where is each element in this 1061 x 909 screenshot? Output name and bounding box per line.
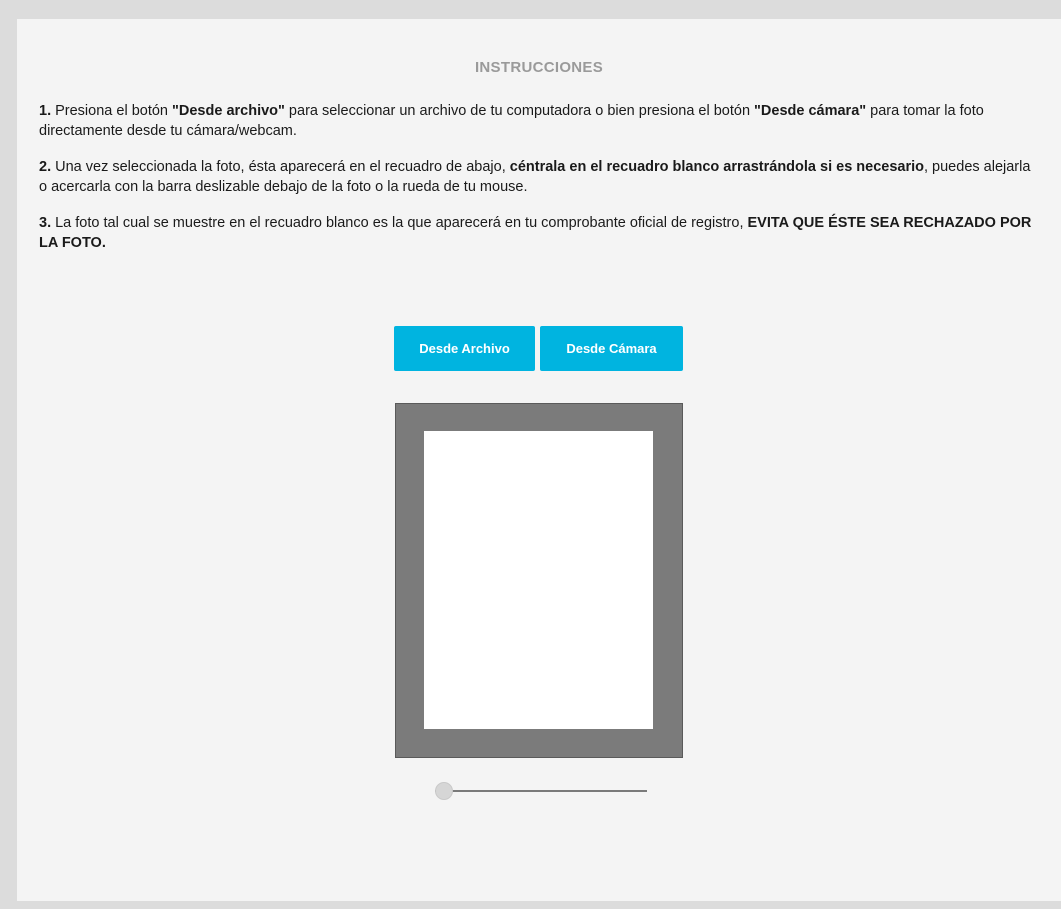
zoom-slider[interactable] <box>435 781 647 801</box>
step-emphasis: céntrala en el recuadro blanco arrastrán… <box>509 159 924 175</box>
step-text: Presiona el botón <box>51 103 173 119</box>
photo-upload-panel: INSTRUCCIONES 1. Presiona el botón "Desd… <box>17 19 1061 901</box>
upload-buttons: Desde Archivo Desde Cámara <box>394 326 683 371</box>
step-text: para seleccionar un archivo de tu comput… <box>284 103 755 119</box>
step-number: 3. <box>39 215 52 231</box>
instruction-step-2: 2. Una vez seleccionada la foto, ésta ap… <box>39 157 1039 197</box>
step-number: 2. <box>39 159 52 175</box>
photo-crop-area[interactable] <box>395 403 683 758</box>
step-text: Una vez seleccionada la foto, ésta apare… <box>51 159 510 175</box>
from-camera-button[interactable]: Desde Cámara <box>540 326 683 371</box>
step-text: La foto tal cual se muestre en el recuad… <box>51 215 748 231</box>
zoom-slider-track[interactable] <box>435 790 647 792</box>
step-number: 1. <box>39 103 52 119</box>
instructions-title: INSTRUCCIONES <box>474 59 604 76</box>
instructions-list: 1. Presiona el botón "Desde archivo" par… <box>39 101 1039 269</box>
instruction-step-1: 1. Presiona el botón "Desde archivo" par… <box>39 101 1039 141</box>
instruction-step-3: 3. La foto tal cual se muestre en el rec… <box>39 213 1039 253</box>
from-file-button[interactable]: Desde Archivo <box>394 326 535 371</box>
step-emphasis: "Desde archivo" <box>172 103 285 119</box>
step-emphasis: "Desde cámara" <box>754 103 867 119</box>
photo-crop-window[interactable] <box>424 431 653 729</box>
zoom-slider-thumb[interactable] <box>435 782 453 800</box>
